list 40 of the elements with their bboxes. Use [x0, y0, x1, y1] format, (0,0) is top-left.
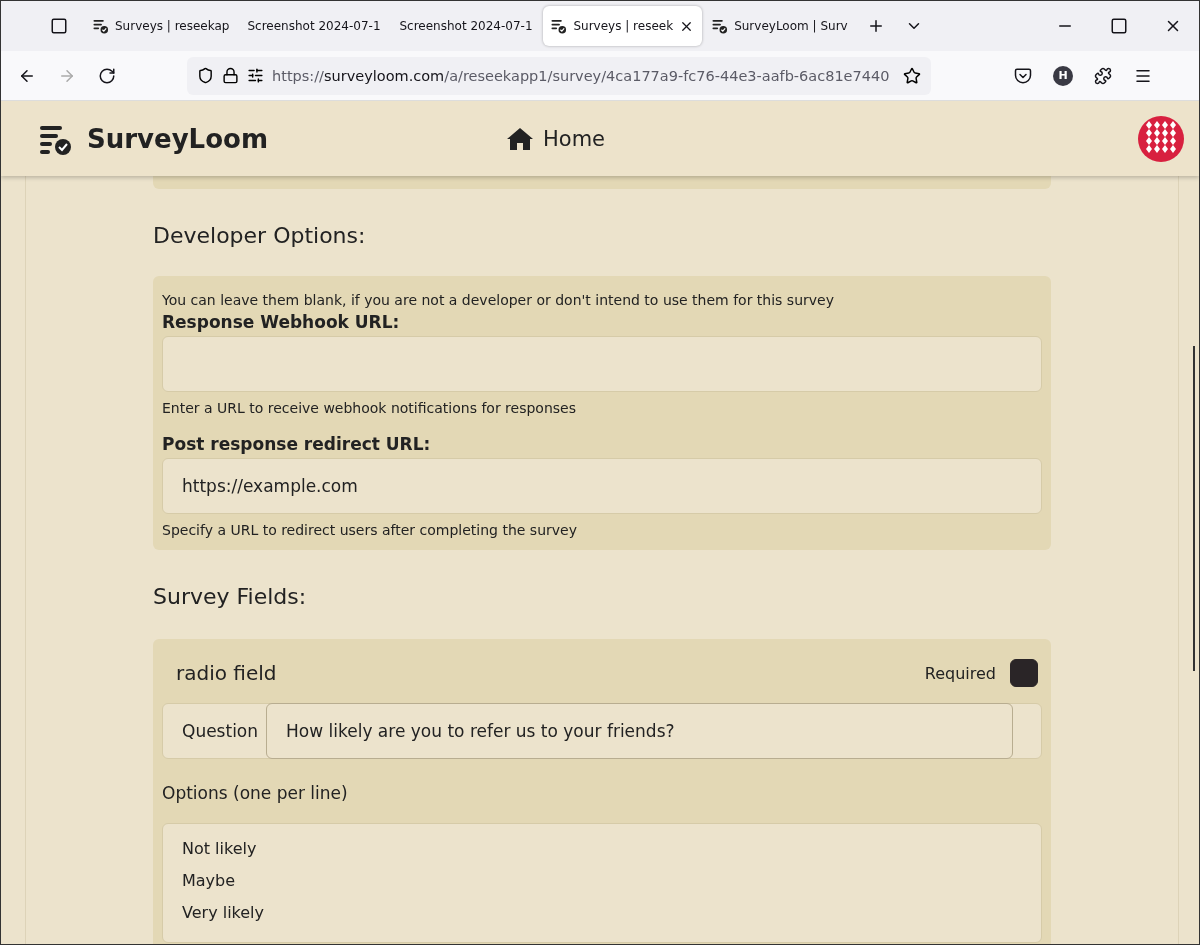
home-icon: [507, 127, 533, 150]
survey-icon: [93, 18, 109, 34]
shield-icon[interactable]: [197, 67, 214, 84]
browser-tab[interactable]: Screenshot 2024-07-1: [239, 6, 390, 46]
reload-icon[interactable]: [98, 66, 116, 85]
sliders-icon[interactable]: [247, 67, 264, 84]
input-field[interactable]: [162, 336, 1042, 392]
section-heading: Developer Options:: [153, 223, 367, 248]
survey-icon: [712, 18, 729, 34]
pocket-icon[interactable]: [1014, 66, 1032, 85]
required-label: Required: [924, 663, 996, 683]
star-icon[interactable]: [903, 66, 921, 85]
note-text: You can leave them blank, if you are not a developer or don't intend to use them for this survey: [162, 292, 835, 308]
avatar-icon[interactable]: [1137, 114, 1185, 163]
options-label: Options (one per line): [162, 783, 349, 803]
browser-tab[interactable]: SurveyLoom | Surv: [704, 6, 856, 46]
help-text: Specify a URL to redirect users after completing the survey: [162, 522, 578, 538]
browser-tab[interactable]: Screenshot 2024-07-1: [391, 6, 542, 46]
field-label: Response Webhook URL:: [162, 312, 401, 332]
browser-tab[interactable]: Surveys | reseek: [543, 6, 703, 46]
scrollbar-thumb[interactable]: [1193, 346, 1195, 671]
address-bar[interactable]: https://surveyloom.com/a/reseekapp1/survey/4ca177a9-fc76-44e3-aafb-6ac81e7440: [187, 56, 931, 95]
tab-tray-icon[interactable]: [50, 17, 68, 35]
input-field[interactable]: https://example.com: [162, 458, 1042, 514]
field-label: Post response redirect URL:: [162, 434, 432, 454]
question-field[interactable]: Question How likely are you to refer us to your friends?: [162, 703, 1042, 759]
required-checkbox[interactable]: [1010, 659, 1038, 687]
home-link[interactable]: Home: [543, 126, 605, 151]
options-field[interactable]: Not likely Maybe Very likely: [162, 823, 1042, 943]
brand-name: SurveyLoom: [87, 123, 269, 154]
section-heading: Survey Fields:: [153, 584, 308, 609]
survey-icon: [551, 18, 568, 34]
puzzle-icon[interactable]: [1094, 66, 1112, 85]
field-type: radio field: [176, 661, 278, 685]
browser-tab[interactable]: Surveys | reseekap: [85, 6, 238, 46]
url-text: https://surveyloom.com/a/reseekapp1/survey/4ca177a9-fc76-44e3-aafb-6ac81e7440: [272, 67, 891, 84]
maximize-icon[interactable]: [1110, 17, 1128, 35]
profile-avatar[interactable]: H: [1053, 65, 1073, 86]
help-text: Enter a URL to receive webhook notifications for responses: [162, 400, 577, 416]
lock-icon[interactable]: [222, 67, 239, 84]
